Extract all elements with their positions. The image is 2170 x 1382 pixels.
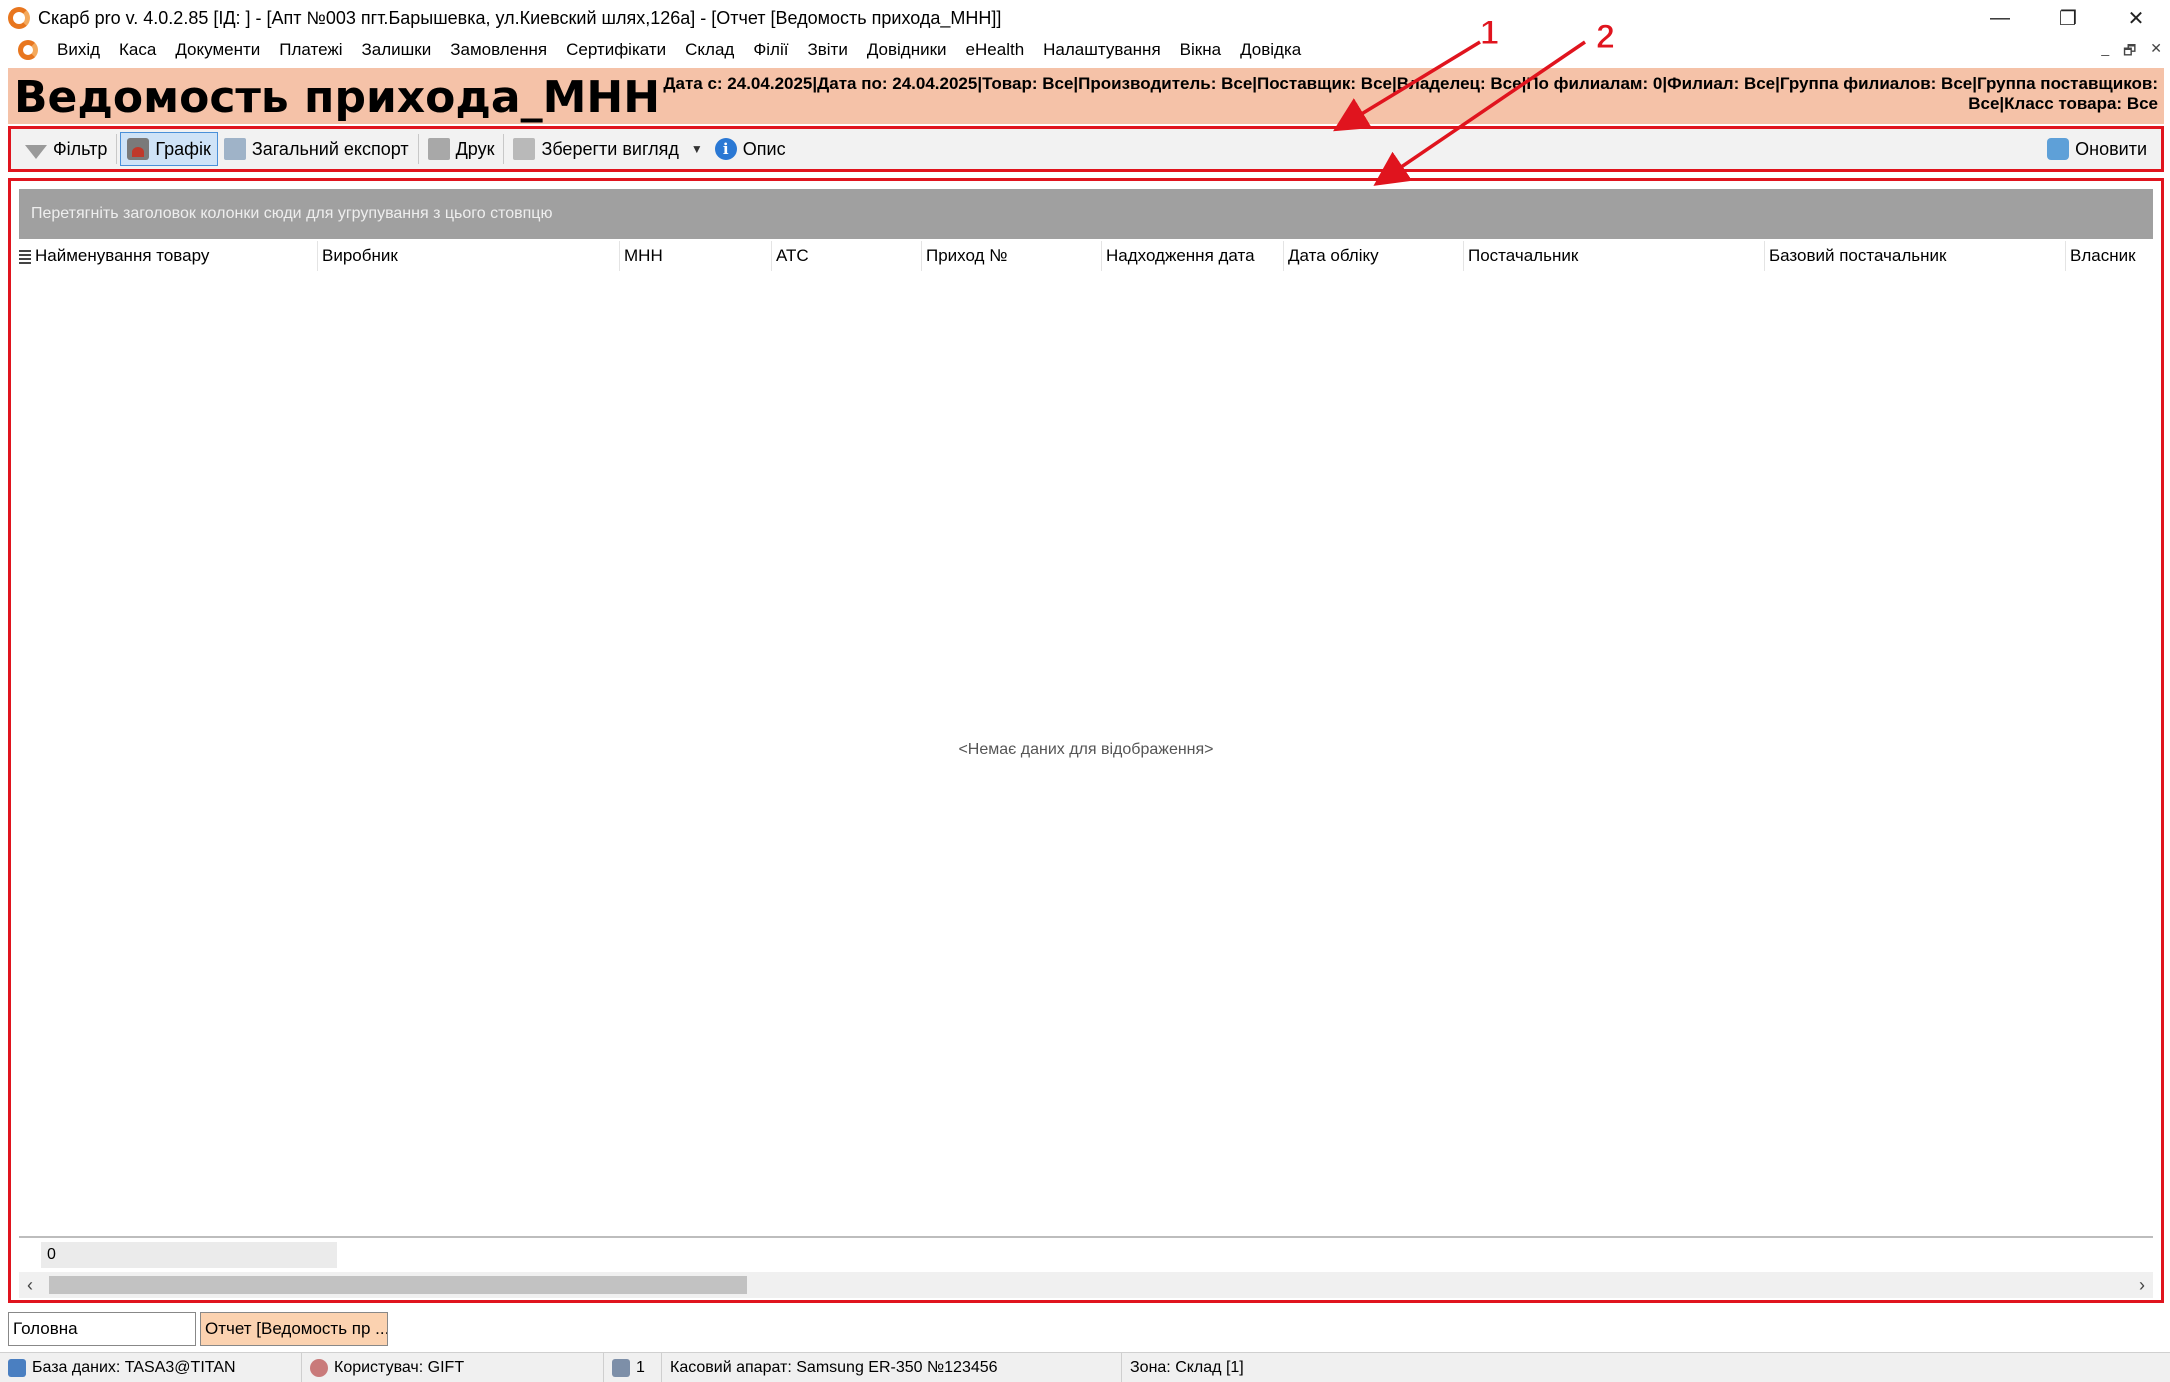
column-header-receipt-number[interactable]: Приход № (921, 241, 1101, 271)
database-icon (8, 1358, 26, 1377)
toolbar-separator (417, 134, 419, 164)
minimize-button[interactable]: — (1966, 0, 2034, 36)
menu-item-certificates[interactable]: Сертифікати (566, 40, 666, 60)
menu-item-documents[interactable]: Документи (175, 40, 260, 60)
menu-item-branches[interactable]: Філії (753, 40, 788, 60)
data-grid: Перетягніть заголовок колонки сюди для у… (8, 178, 2164, 1303)
column-header-accounting-date[interactable]: Дата обліку (1283, 241, 1463, 271)
column-header-supplier[interactable]: Постачальник (1463, 241, 1764, 271)
export-button[interactable]: Загальний експорт (218, 132, 415, 166)
menu-logo-icon[interactable] (18, 40, 38, 60)
column-header-owner[interactable]: Власник (2065, 241, 2153, 271)
report-title: Ведомость прихода_МНН (14, 72, 661, 123)
menu-item-ehealth[interactable]: eHealth (966, 40, 1025, 60)
column-header-manufacturer[interactable]: Виробник (317, 241, 619, 271)
refresh-label: Оновити (2075, 138, 2147, 159)
info-icon: i (714, 138, 737, 160)
column-header-base-supplier[interactable]: Базовий постачальник (1764, 241, 2065, 271)
column-header-product[interactable]: Найменування товару (19, 241, 317, 271)
horizontal-scrollbar[interactable]: ‹ › (19, 1272, 2153, 1298)
scrollbar-thumb[interactable] (49, 1276, 747, 1294)
mdi-close-button[interactable]: ✕ (2150, 40, 2162, 64)
footer-count: 0 (41, 1242, 337, 1268)
description-button[interactable]: i Опис (709, 132, 792, 166)
chart-icon (127, 138, 150, 160)
menu-item-payments[interactable]: Платежі (279, 40, 342, 60)
menu-item-cash[interactable]: Каса (119, 40, 156, 60)
filter-label: Фільтр (53, 138, 108, 159)
menu-item-directories[interactable]: Довідники (867, 40, 947, 60)
report-parameters: Дата с: 24.04.2025|Дата по: 24.04.2025|Т… (578, 74, 2158, 114)
window-controls: — ❐ ✕ (1966, 0, 2170, 36)
save-view-dropdown-icon[interactable]: ▼ (691, 142, 703, 156)
export-icon (223, 138, 246, 160)
save-view-icon (513, 138, 536, 160)
printer-icon (427, 138, 450, 160)
save-view-button[interactable]: Зберегти вигляд (507, 132, 684, 166)
restore-button[interactable]: ❐ (2034, 0, 2102, 36)
column-chooser-icon[interactable] (19, 249, 31, 264)
report-header: Ведомость прихода_МНН Дата с: 24.04.2025… (8, 68, 2164, 124)
grid-footer: 0 (19, 1236, 2153, 1270)
menu-item-settings[interactable]: Налаштування (1043, 40, 1161, 60)
status-database: База даних: TASA3@TITAN (0, 1352, 302, 1382)
cash-register-icon (612, 1358, 630, 1377)
user-icon (310, 1358, 328, 1377)
menu-bar: Вихід Каса Документи Платежі Залишки Зам… (0, 36, 2170, 64)
report-params-line-1: Дата с: 24.04.2025|Дата по: 24.04.2025|Т… (663, 74, 2158, 93)
column-header-inn[interactable]: МНН (619, 241, 771, 271)
scroll-left-icon[interactable]: ‹ (19, 1272, 41, 1298)
column-header-atc[interactable]: АТС (771, 241, 921, 271)
group-by-panel[interactable]: Перетягніть заголовок колонки сюди для у… (19, 189, 2153, 239)
status-user: Користувач: GIFT (302, 1352, 604, 1382)
status-register: Касовий апарат: Samsung ER-350 №123456 (662, 1352, 1122, 1382)
toolbar-separator (116, 134, 118, 164)
menu-item-warehouse[interactable]: Склад (685, 40, 734, 60)
app-logo-icon (8, 7, 30, 29)
tab-home[interactable]: Головна (8, 1312, 196, 1346)
refresh-button[interactable]: Оновити (2041, 132, 2153, 166)
status-zone: Зона: Склад [1] (1130, 1358, 1244, 1376)
status-queue: 1 (604, 1352, 662, 1382)
chart-label: Графік (155, 138, 211, 159)
menu-item-exit[interactable]: Вихід (57, 40, 100, 60)
chart-button[interactable]: Графік (120, 132, 218, 166)
status-bar: База даних: TASA3@TITAN Користувач: GIFT… (0, 1352, 2170, 1382)
menu-item-windows[interactable]: Вікна (1180, 40, 1221, 60)
tab-report[interactable]: Отчет [Ведомость пр ... (200, 1312, 388, 1346)
mdi-controls: _ 🗗 ✕ (2101, 40, 2162, 64)
report-params-line-2: Все|Класс товара: Все (1968, 94, 2158, 113)
scroll-right-icon[interactable]: › (2131, 1272, 2153, 1298)
mdi-restore-button[interactable]: 🗗 (2123, 40, 2136, 64)
print-button[interactable]: Друк (422, 132, 501, 166)
export-label: Загальний експорт (251, 138, 409, 159)
column-header-row: Найменування товару Виробник МНН АТС При… (19, 241, 2153, 271)
menu-item-reports[interactable]: Звіти (807, 40, 847, 60)
print-label: Друк (455, 138, 495, 159)
window-tabs: Головна Отчет [Ведомость пр ... (8, 1312, 388, 1346)
filter-button[interactable]: Фільтр (19, 132, 113, 166)
title-bar: Скарб pro v. 4.0.2.85 [ІД: ] - [Апт №003… (0, 0, 2170, 36)
menu-item-stock[interactable]: Залишки (362, 40, 432, 60)
empty-grid-message: <Немає даних для відображення> (958, 741, 1214, 758)
toolbar-separator (503, 134, 505, 164)
report-toolbar: Фільтр Графік Загальний експорт Друк Збе… (8, 126, 2164, 172)
refresh-icon (2047, 138, 2070, 160)
save-view-label: Зберегти вигляд (541, 138, 679, 159)
close-button[interactable]: ✕ (2102, 0, 2170, 36)
mdi-minimize-button[interactable]: _ (2101, 40, 2109, 64)
description-label: Опис (742, 138, 786, 159)
menu-item-help[interactable]: Довідка (1240, 40, 1301, 60)
filter-icon (25, 145, 47, 159)
column-header-arrival-date[interactable]: Надходження дата (1101, 241, 1283, 271)
window-title: Скарб pro v. 4.0.2.85 [ІД: ] - [Апт №003… (38, 7, 1002, 28)
menu-item-orders[interactable]: Замовлення (450, 40, 547, 60)
